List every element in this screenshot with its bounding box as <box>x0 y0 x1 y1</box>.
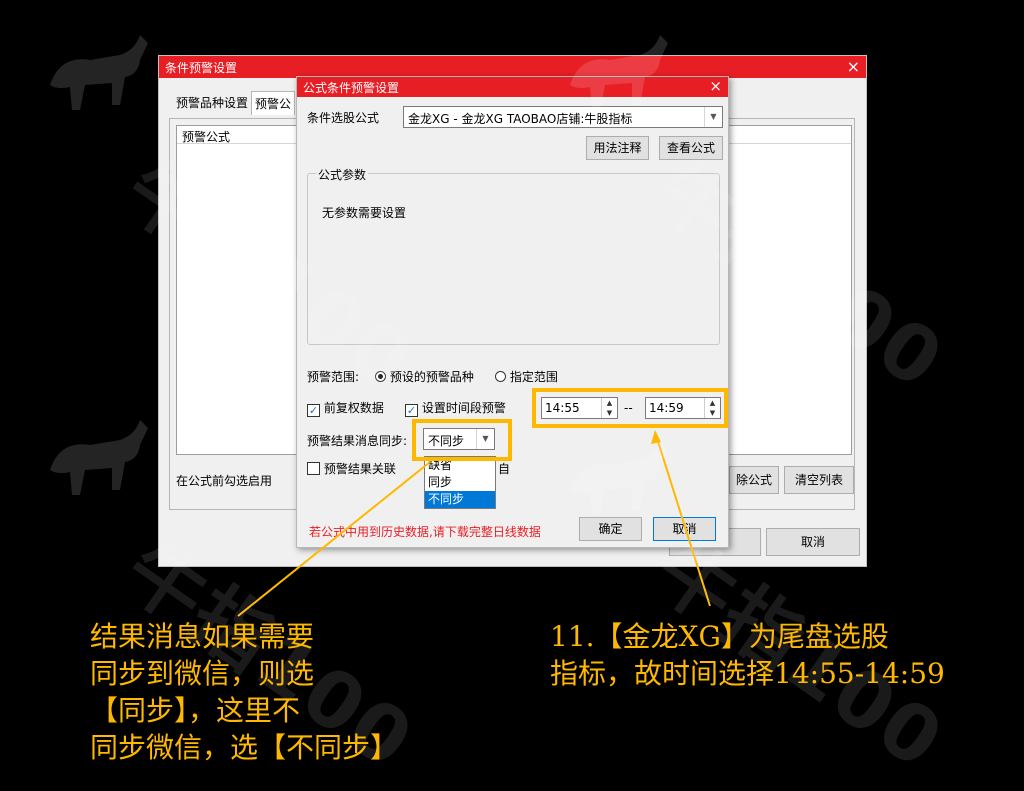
left-caption: 结果消息如果需要 同步到微信，则选 【同步】，这里不 同步微信，选【不同步】 <box>90 618 398 766</box>
left-caption-line: 【同步】，这里不 <box>90 694 301 727</box>
arrow-head-icon <box>651 430 661 444</box>
right-caption-line: 指标，故时间选择14:55-14:59 <box>550 657 945 690</box>
right-pointer-line <box>654 431 711 607</box>
right-caption-line: 11.【金龙XG】为尾盘选股 <box>550 620 889 653</box>
right-caption: 11.【金龙XG】为尾盘选股 指标，故时间选择14:55-14:59 <box>550 618 945 692</box>
left-caption-line: 同步微信，选【不同步】 <box>90 731 399 764</box>
left-caption-line: 同步到微信，则选 <box>90 657 315 690</box>
left-pointer-line <box>237 461 431 617</box>
left-caption-line: 结果消息如果需要 <box>90 620 315 653</box>
